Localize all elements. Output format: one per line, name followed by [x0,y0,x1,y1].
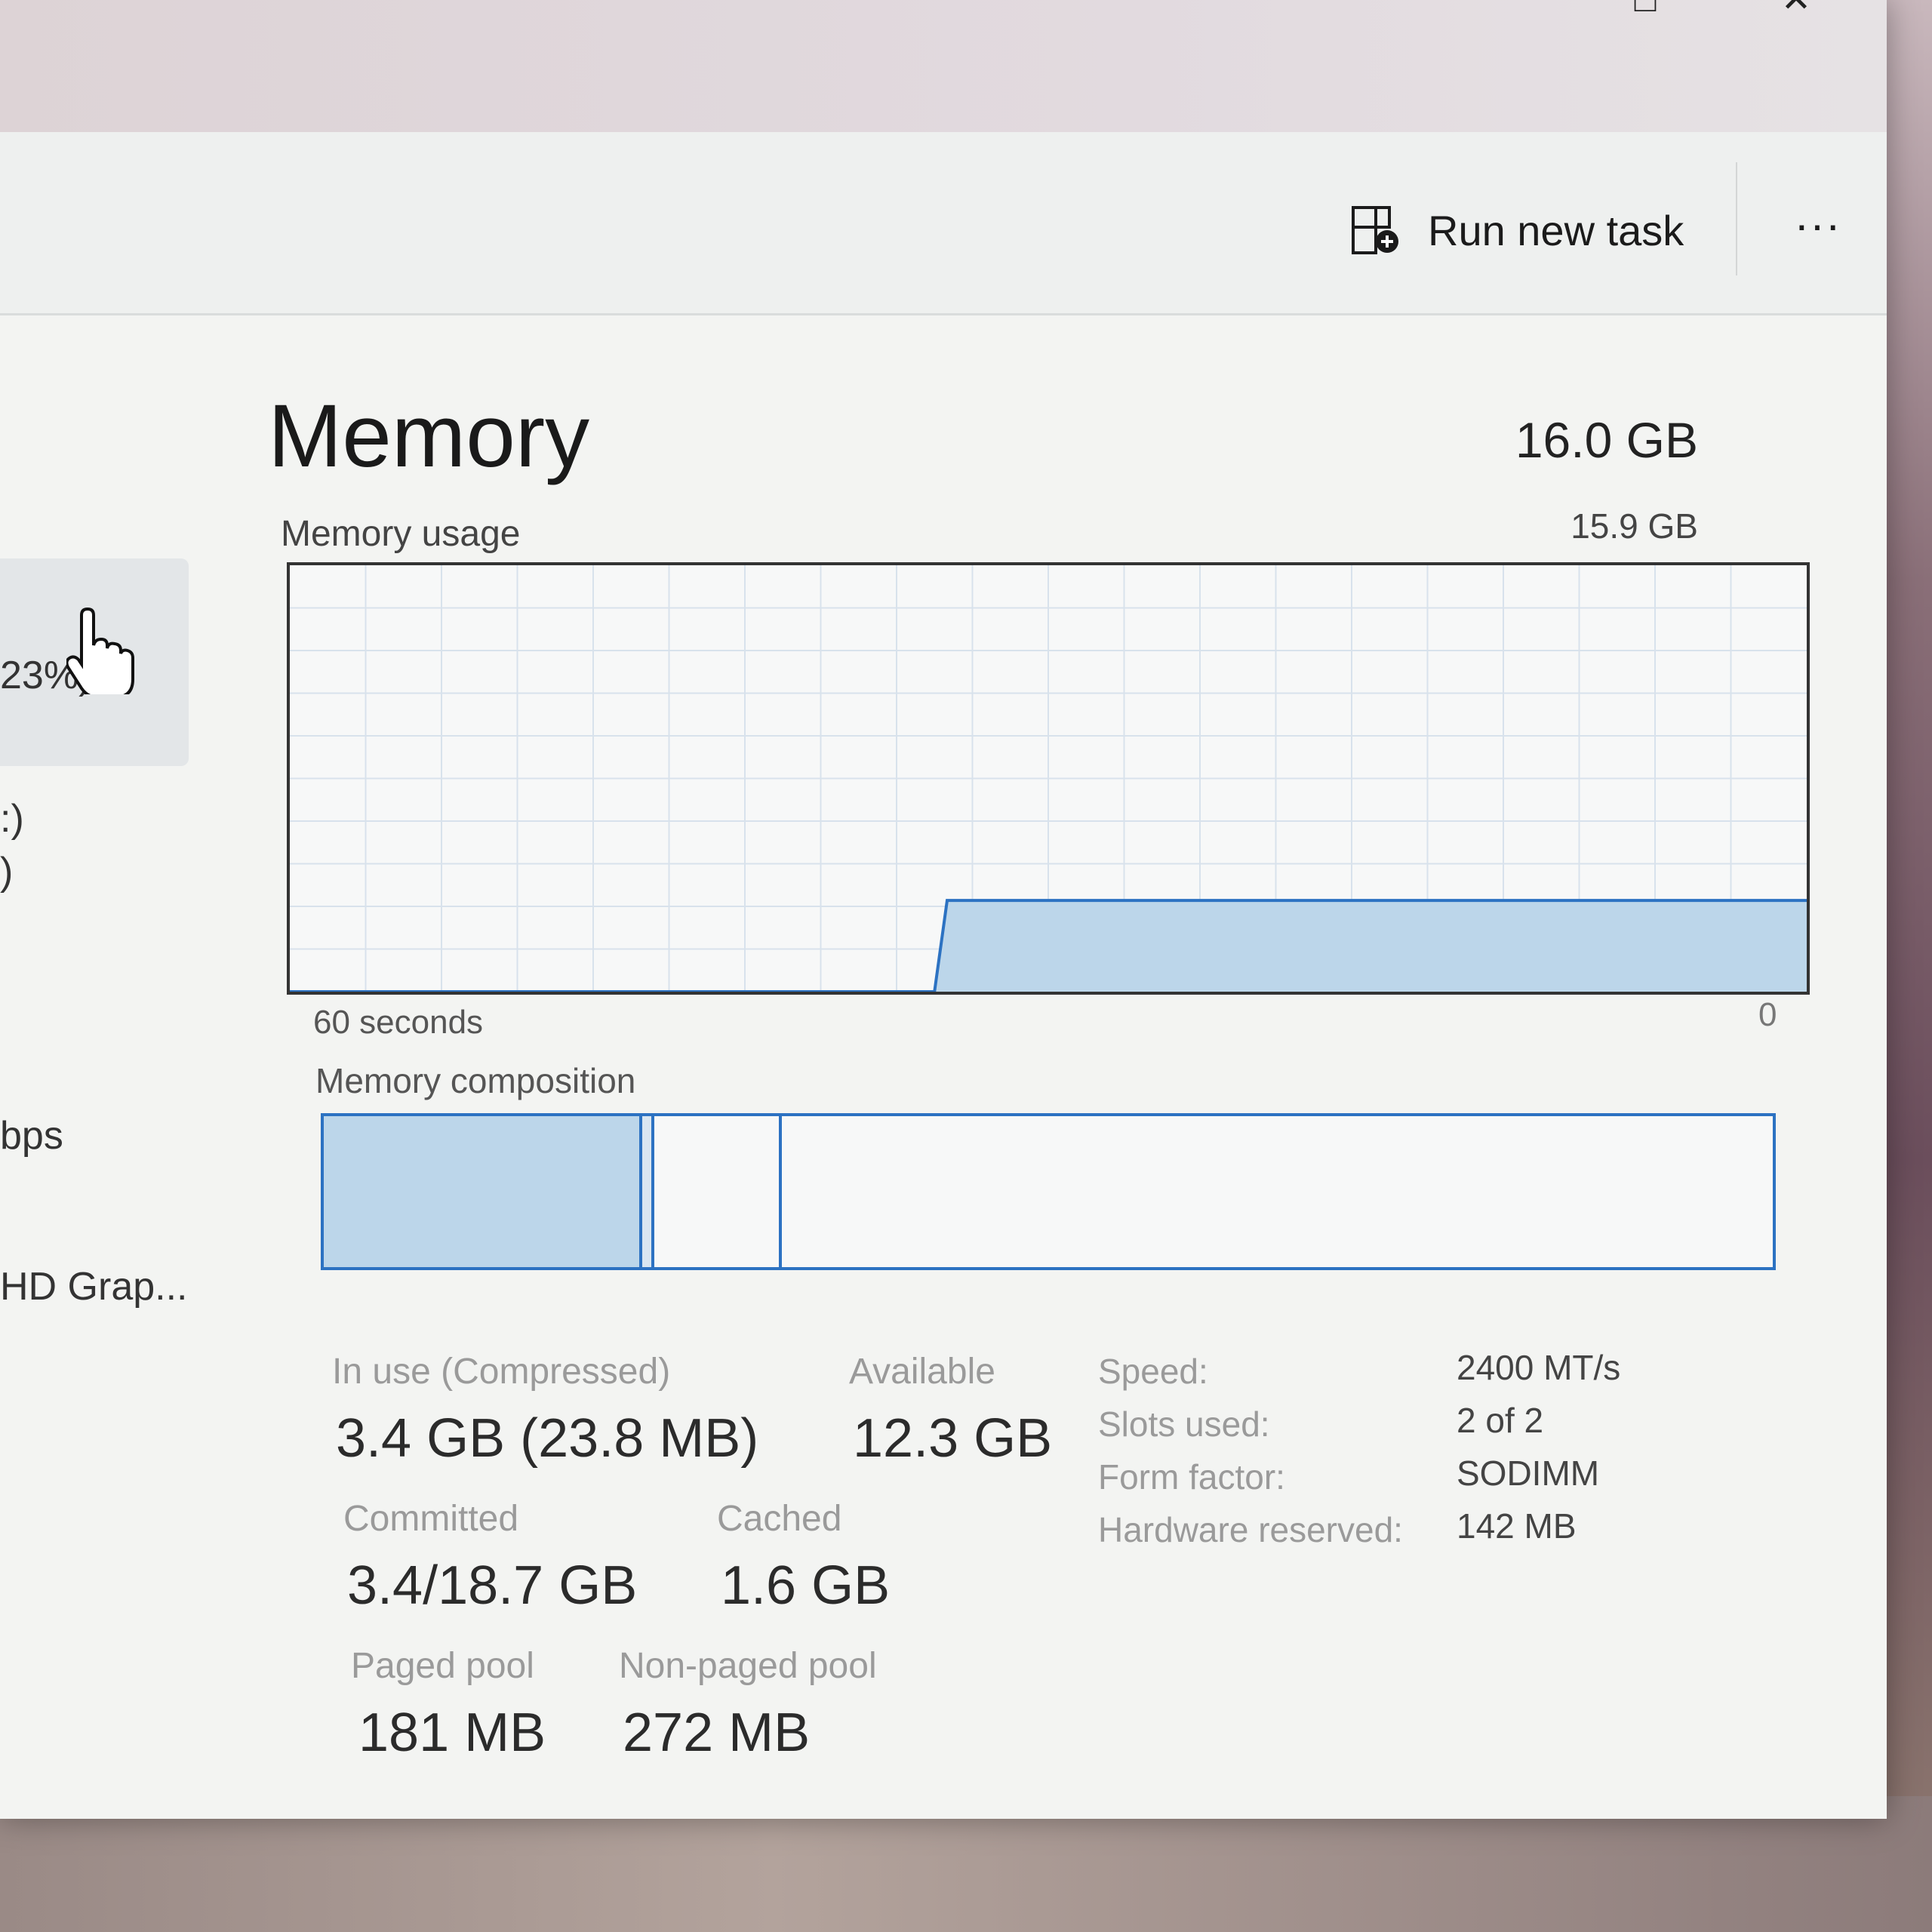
sidebar-item-disk-0[interactable]: :) [0,796,24,841]
maximize-icon[interactable]: □ [1623,0,1668,18]
more-icon[interactable]: ... [1785,192,1853,253]
in-use-value: 3.4 GB (23.8 MB) [336,1408,759,1469]
memory-usage-label: Memory usage [281,514,521,554]
speed-label: Speed: [1098,1352,1208,1391]
hardware-reserved-label: Hardware reserved: [1098,1510,1403,1549]
memory-usage-graph [287,562,1810,995]
total-memory: 16.0 GB [1515,412,1698,468]
available-label: Available [849,1352,995,1392]
committed-label: Committed [343,1499,519,1539]
speed-value: 2400 MT/s [1457,1348,1621,1387]
hand-cursor-icon [66,608,134,694]
close-icon[interactable]: ✕ [1774,0,1819,18]
page-title: Memory [268,386,590,486]
in-use-label: In use (Compressed) [332,1352,671,1392]
run-new-task-label: Run new task [1428,206,1684,254]
memory-usage-max: 15.9 GB [1571,506,1698,546]
paged-pool-label: Paged pool [351,1646,534,1686]
non-paged-pool-value: 272 MB [623,1703,811,1763]
available-value: 12.3 GB [853,1408,1053,1469]
graph-axis-start: 60 seconds [313,1004,484,1041]
sidebar-item-network[interactable]: bps [0,1113,63,1158]
sidebar: 23%) :) ) bps HD Grap... [0,313,189,1819]
composition-in-use-segment[interactable] [324,1116,642,1267]
sidebar-item-gpu[interactable]: HD Grap... [0,1264,188,1309]
slots-used-label: Slots used: [1098,1404,1270,1444]
command-divider [1736,162,1737,275]
run-new-task-button[interactable]: Run new task [1351,192,1684,268]
run-new-task-icon [1352,206,1398,254]
cached-value: 1.6 GB [721,1555,891,1616]
composition-modified-segment[interactable] [642,1116,654,1267]
command-bar: Run new task ... [0,132,1887,315]
form-factor-label: Form factor: [1098,1457,1285,1497]
cached-label: Cached [717,1499,842,1539]
composition-standby-segment[interactable] [654,1116,782,1267]
slots-used-value: 2 of 2 [1457,1401,1544,1440]
task-manager-window: □ ✕ Run new task ... 23%) :) ) bps HD Gr… [0,0,1887,1819]
memory-panel: Memory 16.0 GB Memory usage 15.9 GB 60 s… [189,313,1887,1819]
memory-composition-bar[interactable] [321,1113,1776,1270]
form-factor-value: SODIMM [1457,1454,1600,1493]
memory-composition-label: Memory composition [315,1061,636,1100]
composition-free-segment[interactable] [782,1116,1773,1267]
committed-value: 3.4/18.7 GB [347,1555,638,1616]
window-controls: □ ✕ [1623,0,1819,18]
non-paged-pool-label: Non-paged pool [619,1646,877,1686]
sidebar-item-disk-1[interactable]: ) [0,849,13,894]
paged-pool-value: 181 MB [358,1703,546,1763]
graph-axis-end: 0 [1758,996,1777,1033]
hardware-reserved-value: 142 MB [1457,1506,1577,1546]
title-bar: □ ✕ [0,0,1887,134]
